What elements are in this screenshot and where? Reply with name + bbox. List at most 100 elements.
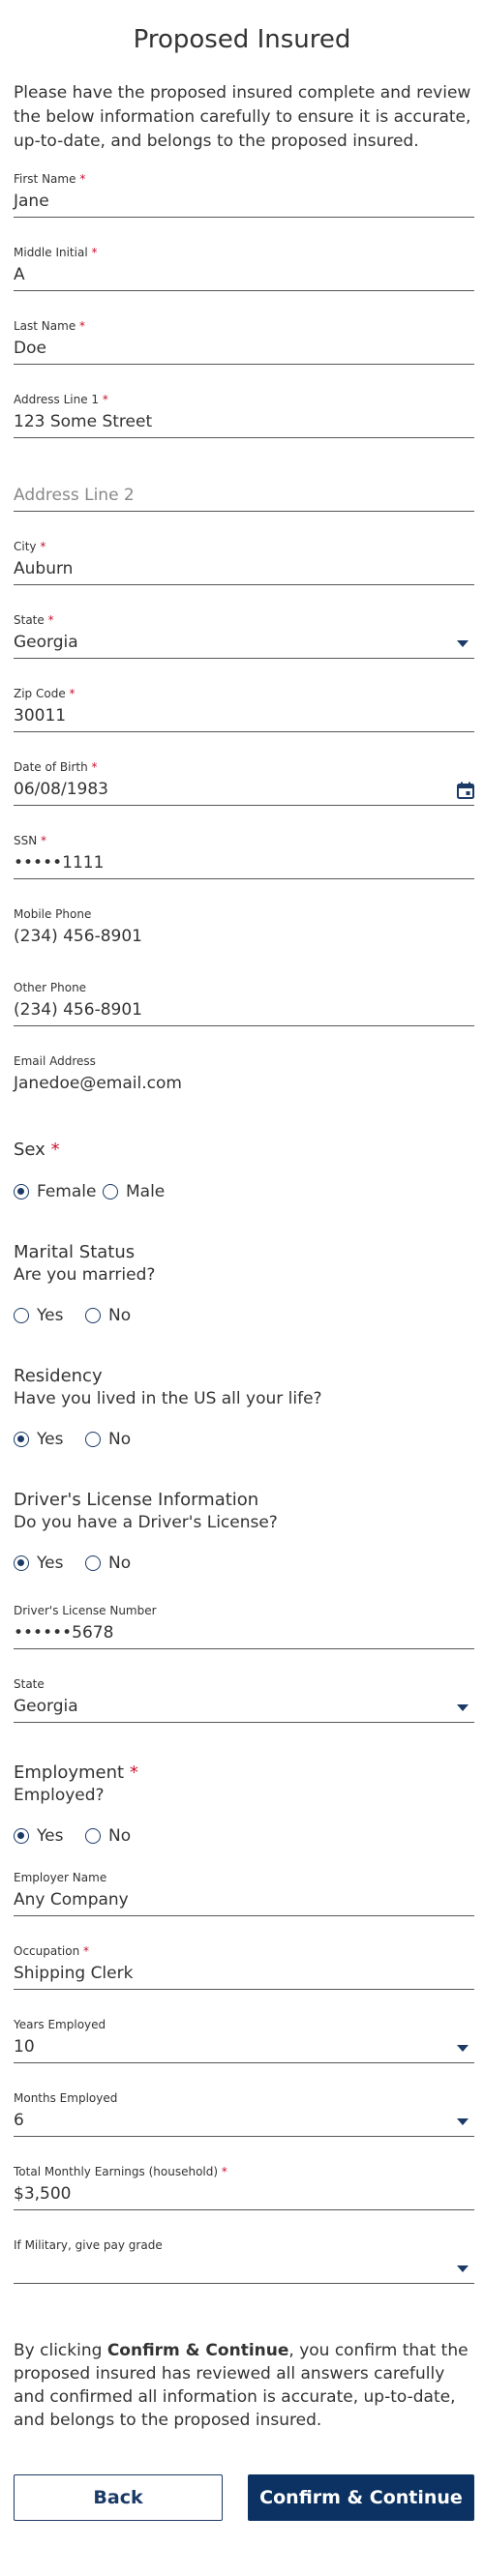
drivers-license-radio-group: Yes No xyxy=(14,1552,207,1575)
mobile-phone-field[interactable]: Mobile Phone (234) 456-8901 xyxy=(14,907,474,952)
chevron-down-icon xyxy=(457,2265,469,2272)
employment-radio-group: Yes No xyxy=(14,1824,207,1848)
first-name-value: Jane xyxy=(14,192,49,211)
radio-unselected-icon[interactable] xyxy=(103,1184,118,1199)
address-line-1-field[interactable]: Address Line 1 * 123 Some Street xyxy=(14,393,474,438)
radio-unselected-icon[interactable] xyxy=(85,1555,101,1571)
state-label: State * xyxy=(14,613,54,627)
radio-selected-icon[interactable] xyxy=(14,1828,29,1844)
middle-initial-label: Middle Initial * xyxy=(14,246,98,259)
chevron-down-icon xyxy=(457,1704,469,1711)
other-phone-value: (234) 456-8901 xyxy=(14,1000,142,1020)
months-employed-select[interactable]: Months Employed 6 xyxy=(14,2091,474,2137)
radio-unselected-icon[interactable] xyxy=(14,1308,29,1323)
city-field[interactable]: City * Auburn xyxy=(14,540,474,585)
last-name-field[interactable]: Last Name * Doe xyxy=(14,319,474,365)
years-employed-value: 10 xyxy=(14,2037,35,2057)
date-of-birth-label: Date of Birth * xyxy=(14,760,98,774)
sex-radio-group: Female Male xyxy=(14,1180,207,1203)
employment-option-yes[interactable]: Yes xyxy=(14,1824,63,1848)
ssn-field[interactable]: SSN * •••••1111 xyxy=(14,834,474,879)
employment-option-no[interactable]: No xyxy=(85,1824,131,1848)
radio-selected-icon[interactable] xyxy=(14,1555,29,1571)
military-pay-grade-label: If Military, give pay grade xyxy=(14,2238,163,2252)
calendar-icon[interactable] xyxy=(457,782,474,799)
months-employed-label: Months Employed xyxy=(14,2091,118,2105)
zip-code-label: Zip Code * xyxy=(14,687,76,700)
license-state-value: Georgia xyxy=(14,1697,78,1716)
zip-code-field[interactable]: Zip Code * 30011 xyxy=(14,687,474,732)
employer-name-label: Employer Name xyxy=(14,1871,107,1884)
military-pay-grade-select[interactable]: If Military, give pay grade xyxy=(14,2238,474,2284)
marital-status-radio-group: Yes No xyxy=(14,1304,207,1327)
residency-question: Have you lived in the US all your life? xyxy=(14,1389,322,1408)
license-option-no[interactable]: No xyxy=(85,1552,131,1575)
occupation-label: Occupation * xyxy=(14,1944,90,1958)
occupation-field[interactable]: Occupation * Shipping Clerk xyxy=(14,1944,474,1990)
monthly-earnings-value: $3,500 xyxy=(14,2184,72,2204)
radio-unselected-icon[interactable] xyxy=(85,1432,101,1447)
first-name-field[interactable]: First Name * Jane xyxy=(14,172,474,218)
mobile-phone-label: Mobile Phone xyxy=(14,907,92,921)
intro-text: Please have the proposed insured complet… xyxy=(14,83,471,151)
radio-unselected-icon[interactable] xyxy=(85,1308,101,1323)
email-label: Email Address xyxy=(14,1054,96,1068)
drivers-license-question: Do you have a Driver's License? xyxy=(14,1513,278,1532)
state-select[interactable]: State * Georgia xyxy=(14,613,474,659)
chevron-down-icon xyxy=(457,640,469,647)
ssn-label: SSN * xyxy=(14,834,47,847)
sex-option-male[interactable]: Male xyxy=(103,1180,165,1203)
months-employed-value: 6 xyxy=(14,2111,24,2130)
radio-unselected-icon[interactable] xyxy=(85,1828,101,1844)
residency-option-no[interactable]: No xyxy=(85,1428,131,1451)
residency-option-yes[interactable]: Yes xyxy=(14,1428,63,1451)
mobile-phone-value: (234) 456-8901 xyxy=(14,927,142,946)
chevron-down-icon xyxy=(457,2045,469,2052)
radio-selected-icon[interactable] xyxy=(14,1184,29,1199)
occupation-value: Shipping Clerk xyxy=(14,1964,134,1983)
license-state-select[interactable]: State Georgia xyxy=(14,1677,474,1723)
zip-code-value: 30011 xyxy=(14,706,67,725)
confirmation-disclaimer: By clicking Confirm & Continue, you conf… xyxy=(14,2341,469,2430)
address-line-1-value: 123 Some Street xyxy=(14,412,153,431)
address-line-1-label: Address Line 1 * xyxy=(14,393,108,406)
email-value: Janedoe@email.com xyxy=(14,1074,182,1093)
sex-option-female[interactable]: Female xyxy=(14,1180,96,1203)
chevron-down-icon xyxy=(457,2118,469,2125)
date-of-birth-field[interactable]: Date of Birth * 06/08/1983 xyxy=(14,760,474,806)
city-label: City * xyxy=(14,540,46,553)
email-field[interactable]: Email Address Janedoe@email.com xyxy=(14,1054,474,1099)
sex-title: Sex * xyxy=(14,1140,60,1160)
drivers-license-number-value: ••••••5678 xyxy=(14,1623,114,1643)
confirm-continue-button[interactable]: Confirm & Continue xyxy=(248,2474,474,2521)
middle-initial-field[interactable]: Middle Initial * A xyxy=(14,246,474,291)
date-of-birth-value: 06/08/1983 xyxy=(14,780,108,799)
residency-radio-group: Yes No xyxy=(14,1428,207,1451)
other-phone-label: Other Phone xyxy=(14,981,87,994)
years-employed-label: Years Employed xyxy=(14,2018,106,2031)
address-line-2-field[interactable]: Address Line 2 xyxy=(14,474,474,512)
license-option-yes[interactable]: Yes xyxy=(14,1552,63,1575)
employer-name-field[interactable]: Employer Name Any Company xyxy=(14,1871,474,1916)
other-phone-field[interactable]: Other Phone (234) 456-8901 xyxy=(14,981,474,1026)
city-value: Auburn xyxy=(14,559,74,578)
drivers-license-number-field[interactable]: Driver's License Number ••••••5678 xyxy=(14,1604,474,1649)
years-employed-select[interactable]: Years Employed 10 xyxy=(14,2018,474,2063)
radio-selected-icon[interactable] xyxy=(14,1432,29,1447)
last-name-label: Last Name * xyxy=(14,319,86,333)
employment-question: Employed? xyxy=(14,1786,105,1805)
employment-title: Employment * xyxy=(14,1762,138,1783)
employer-name-value: Any Company xyxy=(14,1890,129,1910)
marital-option-no[interactable]: No xyxy=(85,1304,131,1327)
page-title: Proposed Insured xyxy=(133,25,351,54)
state-value: Georgia xyxy=(14,633,78,652)
monthly-earnings-label: Total Monthly Earnings (household) * xyxy=(14,2165,227,2178)
marital-status-question: Are you married? xyxy=(14,1265,156,1285)
drivers-license-title: Driver's License Information xyxy=(14,1490,259,1510)
back-button[interactable]: Back xyxy=(14,2474,223,2521)
monthly-earnings-field[interactable]: Total Monthly Earnings (household) * $3,… xyxy=(14,2165,474,2210)
marital-status-title: Marital Status xyxy=(14,1242,136,1262)
marital-option-yes[interactable]: Yes xyxy=(14,1304,63,1327)
residency-title: Residency xyxy=(14,1366,103,1386)
address-line-2-placeholder: Address Line 2 xyxy=(14,486,135,505)
